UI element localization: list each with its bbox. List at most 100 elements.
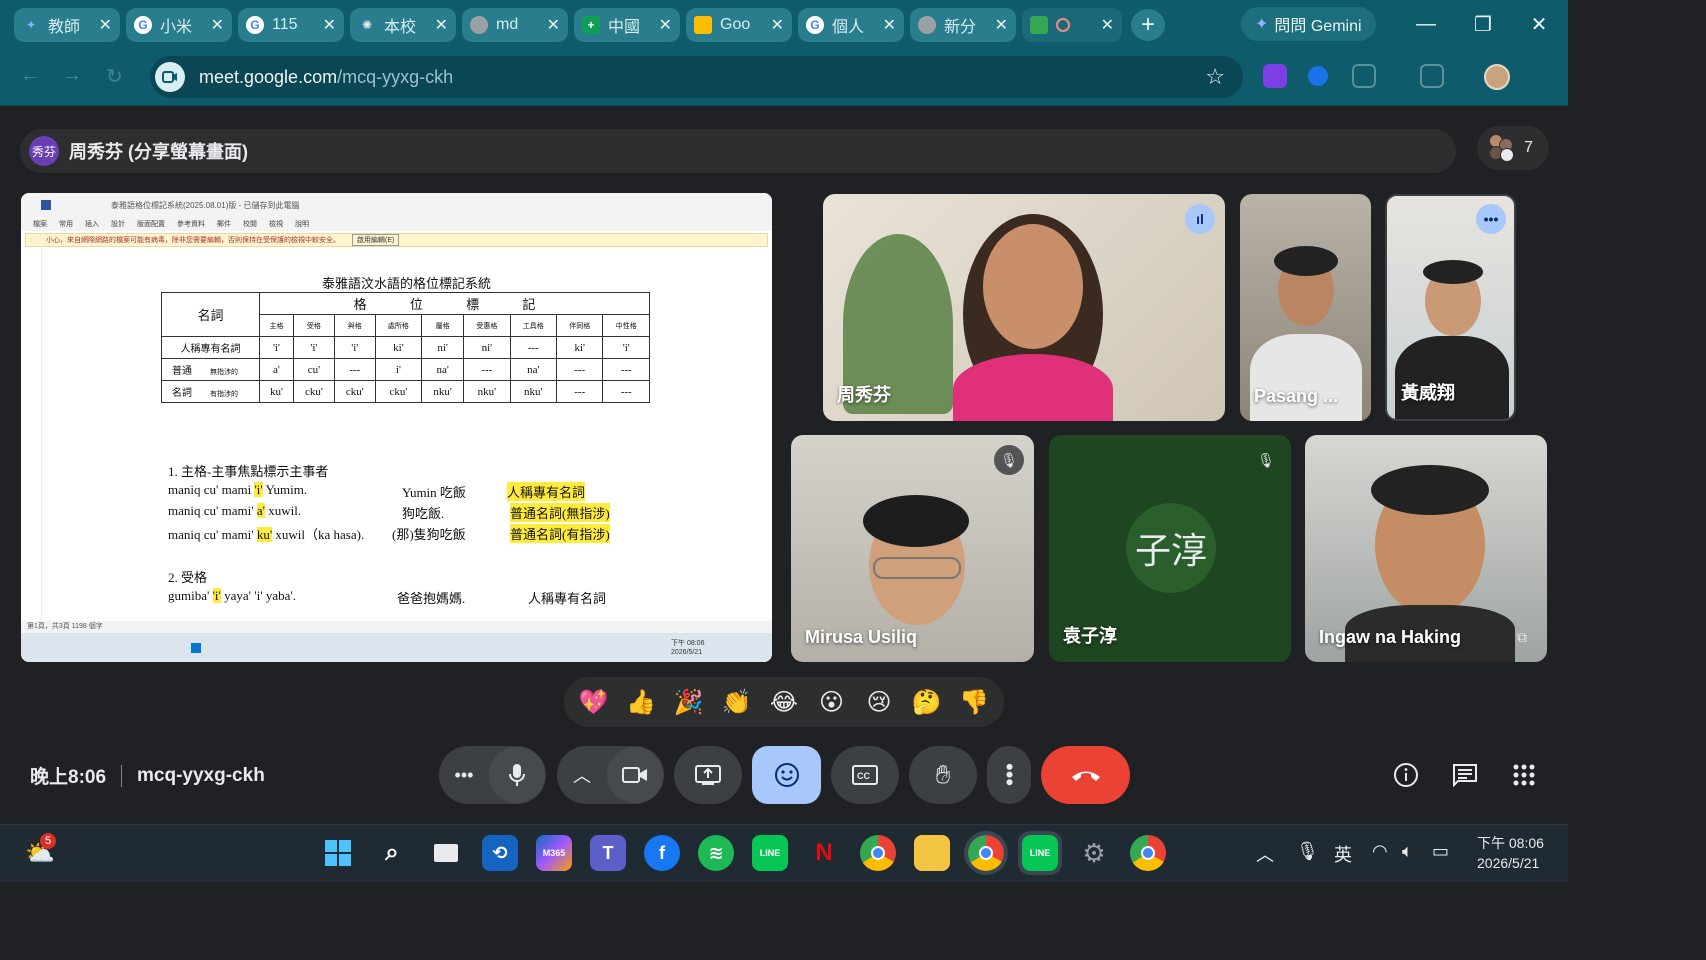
participant-tile[interactable]: 🎙︎ Mirusa Usiliq [791, 435, 1034, 662]
chat-button[interactable] [1446, 756, 1484, 794]
chrome-icon[interactable] [964, 831, 1008, 875]
task-view-icon[interactable] [428, 835, 464, 871]
chevron-up-icon[interactable]: ︿ [557, 762, 607, 788]
chrome-icon[interactable] [860, 835, 896, 871]
participant-tile[interactable]: 子淳 🎙︎ 袁子淳 [1049, 435, 1291, 662]
teams-icon[interactable]: T [590, 835, 626, 871]
more-options-button[interactable]: ••• [987, 746, 1031, 804]
close-icon[interactable]: ✕ [547, 15, 560, 35]
close-icon[interactable]: ✕ [1101, 15, 1114, 35]
reaction-party-popper[interactable]: 🎉 [669, 688, 709, 717]
activities-button[interactable] [1505, 756, 1543, 794]
search-icon[interactable]: ⌕ [374, 835, 410, 871]
presentation-title: 周秀芬 (分享螢幕畫面) [69, 142, 248, 162]
word-window-title: 泰雅語格位標記系統(2025.08.01)版 - 已儲存到此電腦 [111, 200, 300, 210]
reaction-thinking[interactable]: 🤔 [907, 688, 947, 717]
ask-gemini-button[interactable]: ✦ 問問 Gemini [1241, 7, 1376, 41]
netflix-icon[interactable]: N [806, 835, 842, 871]
back-icon[interactable]: ← [20, 64, 40, 87]
chrome-icon[interactable] [1130, 835, 1166, 871]
tab-4[interactable]: ✺ 本校 ✕ [350, 8, 456, 42]
raise-hand-button[interactable]: ✋︎ [909, 746, 977, 804]
captions-button[interactable]: CC [831, 746, 899, 804]
reaction-surprised[interactable]: 😮 [812, 688, 852, 717]
participants-button[interactable]: 7 [1477, 126, 1549, 170]
table-header-group: 格 位 標 記 [259, 292, 650, 315]
close-window-button[interactable]: ✕ [1519, 8, 1559, 40]
minimize-button[interactable]: — [1406, 8, 1446, 40]
participant-avatars [1487, 134, 1515, 162]
close-icon[interactable]: ✕ [323, 15, 336, 35]
reaction-laughing[interactable]: 😂 [764, 688, 804, 717]
tab-6[interactable]: + 中國 ✕ [574, 8, 680, 42]
tab-2[interactable]: G 小米 ✕ [126, 8, 232, 42]
present-screen-button[interactable] [674, 746, 742, 804]
ribbon-tab: 說明 [295, 221, 309, 228]
participant-tile[interactable]: ıl 周秀芬 [823, 194, 1225, 421]
participant-hair [1371, 465, 1489, 515]
input-method-indicator[interactable]: 英 [1334, 841, 1352, 867]
presentation-header: 秀芬 周秀芬 (分享螢幕畫面) [20, 129, 1456, 173]
settings-icon[interactable]: ⚙ [1076, 835, 1112, 871]
tab-10-active[interactable]: ✕ [1022, 8, 1122, 42]
extensions-puzzle-icon[interactable] [1352, 64, 1376, 88]
tab-3[interactable]: G 115 ✕ [238, 8, 344, 42]
tab-9[interactable]: 新分 ✕ [910, 8, 1016, 42]
participant-tile[interactable]: ••• 黃威翔 [1385, 194, 1516, 421]
facebook-icon[interactable]: f [644, 835, 680, 871]
reload-icon[interactable]: ↻ [106, 64, 123, 89]
profile-avatar[interactable] [1484, 64, 1510, 90]
bookmark-star-icon[interactable]: ☆ [1205, 64, 1225, 90]
file-explorer-icon[interactable] [914, 835, 950, 871]
microphone-icon[interactable]: 🎙︎ [1296, 841, 1319, 862]
extension-icon[interactable] [1263, 64, 1287, 88]
reaction-sparkling-heart[interactable]: 💖 [574, 688, 614, 717]
participant-tile[interactable]: ⧉ Ingaw na Haking [1305, 435, 1547, 662]
close-icon[interactable]: ✕ [99, 15, 112, 35]
close-icon[interactable]: ✕ [883, 15, 896, 35]
ribbon-tab: 版面配置 [137, 221, 165, 228]
close-icon[interactable]: ✕ [659, 15, 672, 35]
spotify-icon[interactable]: ≋ [698, 835, 734, 871]
line-icon[interactable]: LINE [1018, 831, 1062, 875]
reactions-button[interactable] [752, 746, 821, 804]
forward-icon[interactable]: → [62, 64, 82, 87]
close-icon[interactable]: ✕ [435, 15, 448, 35]
site-info-icon[interactable] [155, 62, 185, 92]
reaction-crying[interactable]: 😢 [859, 688, 899, 717]
volume-muted-icon[interactable]: 🔈︎ [1402, 841, 1413, 862]
close-icon[interactable]: ✕ [771, 15, 784, 35]
tab-5[interactable]: md ✕ [462, 8, 568, 42]
camera-button[interactable] [607, 747, 663, 803]
wifi-icon[interactable]: ◠ [1372, 841, 1388, 862]
m365-icon[interactable]: M365 [536, 835, 572, 871]
reaction-thumbs-up[interactable]: 👍 [621, 688, 661, 717]
restore-button[interactable]: ❐ [1463, 8, 1503, 40]
section-heading: 1. 主格-主事焦點標示主事者 [168, 464, 329, 479]
chevron-up-icon[interactable]: ︿ [1256, 841, 1274, 867]
battery-icon[interactable]: ▭ [1432, 841, 1449, 862]
pip-icon[interactable]: ⧉ [1507, 622, 1537, 652]
start-button[interactable] [320, 835, 356, 871]
reaction-thumbs-down[interactable]: 👎 [954, 688, 994, 717]
address-bar[interactable]: meet.google.com/mcq-yyxg-ckh ☆ [150, 56, 1243, 98]
new-tab-button[interactable]: + [1131, 9, 1165, 41]
close-icon[interactable]: ✕ [211, 15, 224, 35]
example-sentence: maniq cu' mami' ku' xuwil（ka hasa). [168, 527, 365, 542]
reaction-clapping[interactable]: 👏 [716, 688, 756, 717]
tab-search-icon[interactable] [1420, 64, 1444, 88]
tab-1[interactable]: ✦ 教師 ✕ [14, 8, 120, 42]
leave-call-button[interactable] [1041, 746, 1130, 804]
tab-8[interactable]: G 個人 ✕ [798, 8, 904, 42]
system-clock[interactable]: 下午 08:06 2026/5/21 [1477, 833, 1544, 873]
app-icon[interactable]: ⟲ [482, 835, 518, 871]
meeting-details-button[interactable] [1387, 756, 1425, 794]
microphone-button[interactable] [489, 747, 545, 803]
close-icon[interactable]: ✕ [995, 15, 1008, 35]
tab-7[interactable]: Goo ✕ [686, 8, 792, 42]
line-icon[interactable]: LINE [752, 835, 788, 871]
audio-settings-icon[interactable]: ••• [439, 765, 489, 786]
more-options-icon[interactable]: ••• [1476, 204, 1506, 234]
extension-icon[interactable] [1308, 66, 1328, 86]
participant-tile[interactable]: Pasang ... [1240, 194, 1371, 421]
